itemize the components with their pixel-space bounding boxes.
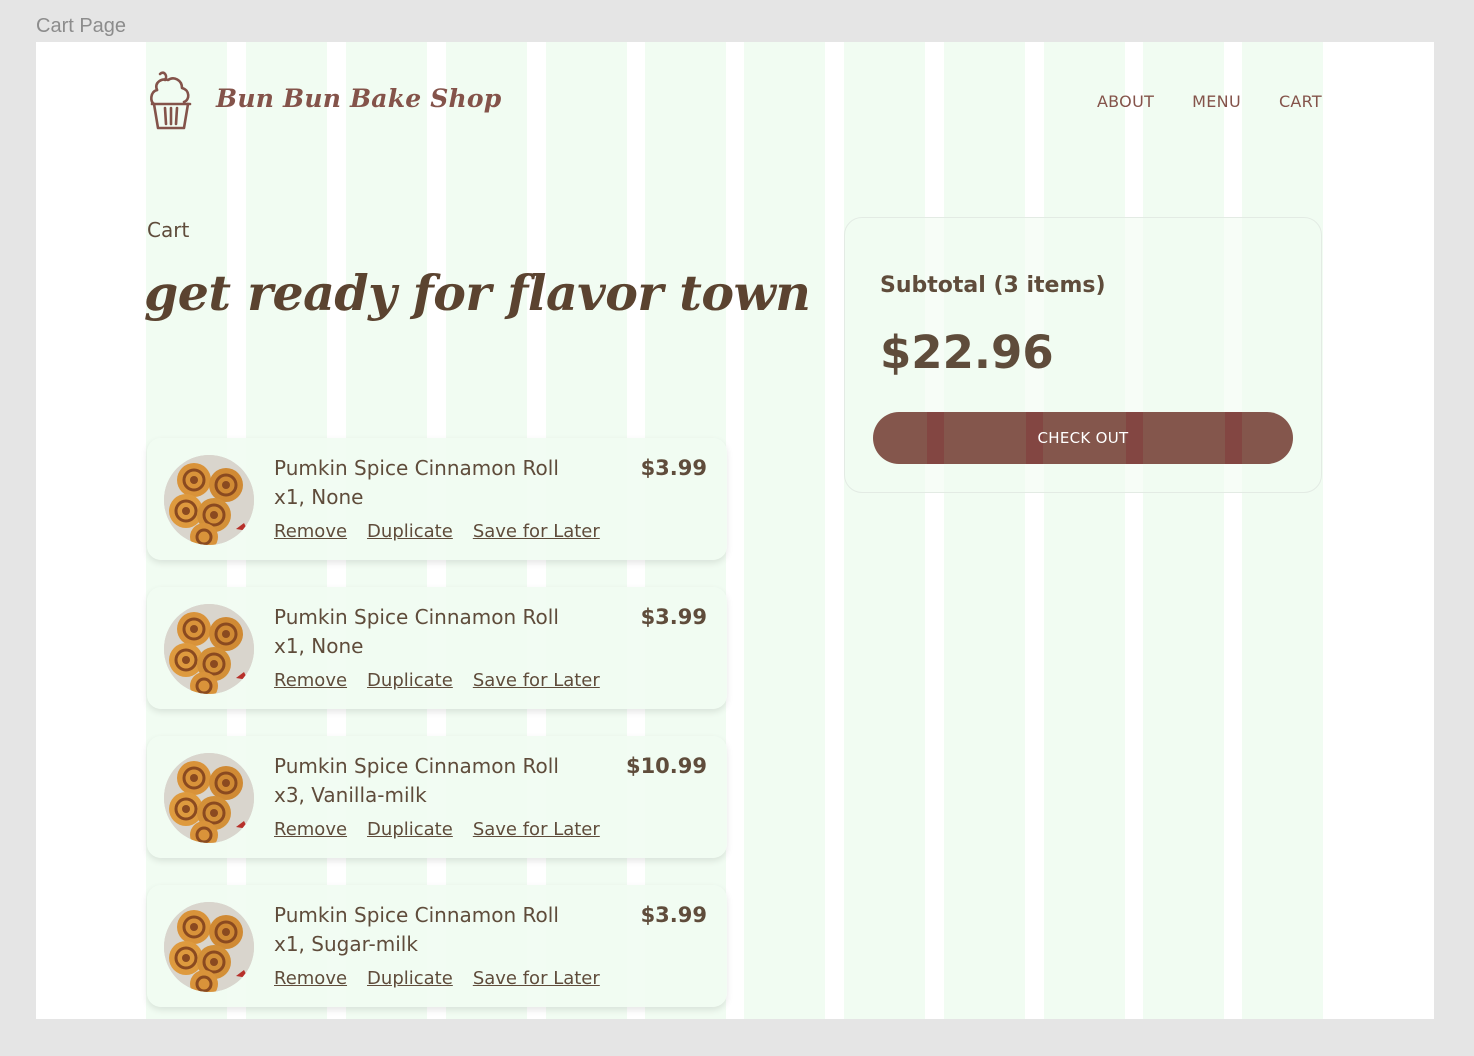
remove-link[interactable]: Remove: [274, 819, 347, 840]
subtotal-label: Subtotal (3 items): [880, 273, 1106, 298]
nav-about[interactable]: ABOUT: [1097, 92, 1154, 111]
item-name: Pumkin Spice Cinnamon Roll: [274, 605, 559, 629]
item-price: $3.99: [640, 456, 707, 480]
item-price: $10.99: [625, 754, 707, 778]
item-options: x3, Vanilla-milk: [274, 783, 427, 807]
cupcake-icon[interactable]: [146, 68, 196, 132]
save-for-later-link[interactable]: Save for Later: [473, 819, 600, 840]
breadcrumb: Cart: [147, 218, 190, 242]
cart-item: Pumkin Spice Cinnamon Roll x1, Sugar-mil…: [147, 885, 727, 1007]
checkout-button[interactable]: CHECK OUT: [873, 412, 1293, 464]
duplicate-link[interactable]: Duplicate: [367, 521, 453, 542]
cart-item: Pumkin Spice Cinnamon Roll x1, None Remo…: [147, 587, 727, 709]
item-name: Pumkin Spice Cinnamon Roll: [274, 456, 559, 480]
nav-menu[interactable]: MENU: [1192, 92, 1241, 111]
remove-link[interactable]: Remove: [274, 521, 347, 542]
cinnamon-roll-image: [164, 455, 254, 545]
nav-cart[interactable]: CART: [1279, 92, 1322, 111]
item-price: $3.99: [640, 605, 707, 629]
duplicate-link[interactable]: Duplicate: [367, 968, 453, 989]
duplicate-link[interactable]: Duplicate: [367, 670, 453, 691]
save-for-later-link[interactable]: Save for Later: [473, 968, 600, 989]
duplicate-link[interactable]: Duplicate: [367, 819, 453, 840]
subtotal-value: $22.96: [880, 326, 1054, 379]
cart-item-list: Pumkin Spice Cinnamon Roll x1, None Remo…: [147, 438, 727, 1019]
remove-link[interactable]: Remove: [274, 968, 347, 989]
brand-name[interactable]: Bun Bun Bake Shop: [216, 84, 501, 113]
checkout-button-label: CHECK OUT: [1037, 429, 1129, 447]
frame-label: Cart Page: [36, 15, 127, 37]
item-price: $3.99: [640, 903, 707, 927]
item-actions: Remove Duplicate Save for Later: [274, 670, 620, 691]
item-actions: Remove Duplicate Save for Later: [274, 819, 620, 840]
item-options: x1, None: [274, 485, 364, 509]
cinnamon-roll-image: [164, 902, 254, 992]
main-nav: ABOUT MENU CART: [1059, 92, 1322, 111]
remove-link[interactable]: Remove: [274, 670, 347, 691]
cart-item: Pumkin Spice Cinnamon Roll x3, Vanilla-m…: [147, 736, 727, 858]
cinnamon-roll-image: [164, 604, 254, 694]
cart-page-frame: Bun Bun Bake Shop ABOUT MENU CART Cart g…: [36, 42, 1434, 1019]
page-title: get ready for flavor town: [144, 264, 811, 322]
item-options: x1, None: [274, 634, 364, 658]
item-name: Pumkin Spice Cinnamon Roll: [274, 754, 559, 778]
cinnamon-roll-image: [164, 753, 254, 843]
item-actions: Remove Duplicate Save for Later: [274, 521, 620, 542]
save-for-later-link[interactable]: Save for Later: [473, 670, 600, 691]
order-summary-card: Subtotal (3 items) $22.96 CHECK OUT: [844, 217, 1322, 493]
item-name: Pumkin Spice Cinnamon Roll: [274, 903, 559, 927]
item-actions: Remove Duplicate Save for Later: [274, 968, 620, 989]
cart-item: Pumkin Spice Cinnamon Roll x1, None Remo…: [147, 438, 727, 560]
item-options: x1, Sugar-milk: [274, 932, 418, 956]
save-for-later-link[interactable]: Save for Later: [473, 521, 600, 542]
